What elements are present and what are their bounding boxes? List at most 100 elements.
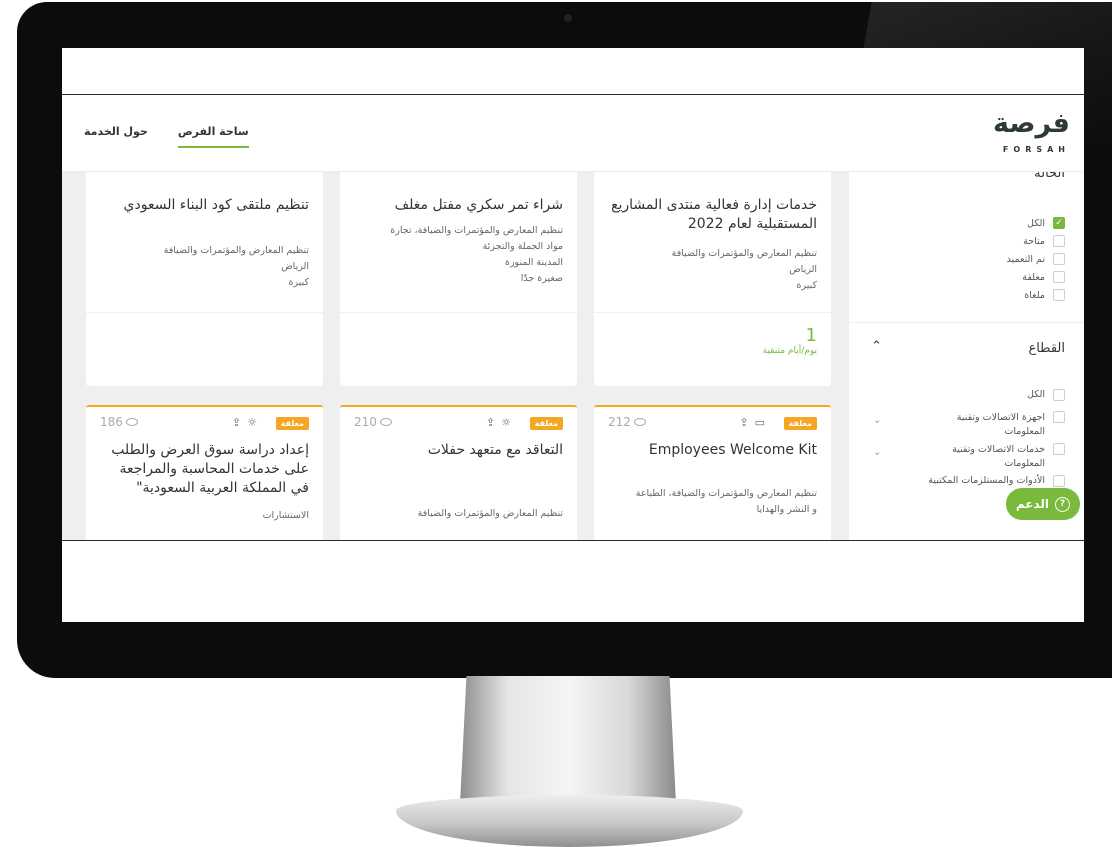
eye-icon <box>633 417 646 426</box>
monitor-stand-neck <box>460 676 676 804</box>
view-count: 210 <box>354 415 392 429</box>
checkbox[interactable] <box>1053 389 1065 401</box>
checkbox[interactable] <box>1053 475 1065 487</box>
checkbox[interactable] <box>1053 235 1065 247</box>
status-option-cancelled[interactable]: ملغاة <box>849 286 1084 304</box>
card-size: صغيرة جدّا <box>520 273 563 284</box>
card-action-icons: ⇪☼ <box>232 416 263 429</box>
card-title: تنظيم ملتقى كود البناء السعودي <box>123 197 309 213</box>
status-filter-header[interactable]: الحالة ⌃ <box>849 172 1084 198</box>
card-title: Employees Welcome Kit <box>648 442 817 458</box>
device-icon: ▭ <box>754 416 771 429</box>
sector-option[interactable]: خدمات الاتصالات وتقنية المعلومات ⌄ <box>849 443 1084 475</box>
status-option-available[interactable]: متاحة <box>849 232 1084 250</box>
card-title: خدمات إدارة فعالية منتدى المشاريع المستق… <box>611 197 817 232</box>
checkbox[interactable] <box>1053 411 1065 423</box>
card-header: معلقة ⇪☼ 186 <box>100 407 309 437</box>
card-sector: تنظيم المعارض والمؤتمرات والضيافة، الطبا… <box>635 488 817 499</box>
sector-filter-title: القطاع <box>1028 341 1065 356</box>
status-option-awarded[interactable]: تم التعميد <box>849 250 1084 268</box>
opportunity-card[interactable]: خدمات إدارة فعالية منتدى المشاريع المستق… <box>594 172 831 386</box>
chevron-down-icon[interactable]: ⌄ <box>873 415 881 426</box>
option-label: الأدوات والمستلزمات المكتبية <box>928 475 1045 486</box>
card-header <box>608 172 817 192</box>
checkbox[interactable] <box>1053 271 1065 283</box>
chevron-up-icon[interactable]: ⌃ <box>871 339 882 354</box>
option-label: اجهزة الاتصالات وتقنية المعلومات <box>956 412 1045 437</box>
card-city: الرياض <box>281 261 309 272</box>
opportunity-card[interactable]: معلقة ⇪▭ 212 Employees Welcome Kit تنظيم… <box>594 405 831 540</box>
status-filter-title: الحالة <box>1034 172 1065 181</box>
sector-option-all[interactable]: الكل <box>849 389 1084 411</box>
card-size: كبيرة <box>796 280 817 291</box>
checkbox-checked[interactable]: ✓ <box>1053 217 1065 229</box>
card-city: المدينة المنورة <box>504 257 563 268</box>
card-header: معلقة ⇪▭ 212 <box>608 407 817 437</box>
forsah-logo[interactable]: فرصة FORSAH <box>993 108 1070 155</box>
camera-dot <box>564 14 572 22</box>
status-badge: معلقة <box>275 417 309 430</box>
chevron-down-icon[interactable]: ⌄ <box>873 447 881 458</box>
support-label: الدعم <box>1015 497 1049 511</box>
lightbulb-icon: ☼ <box>501 416 517 429</box>
opportunity-card[interactable]: تنظيم ملتقى كود البناء السعودي تنظيم الم… <box>86 172 323 386</box>
logo-arabic: فرصة <box>993 108 1070 139</box>
checkbox[interactable] <box>1053 253 1065 265</box>
view-count-number: 186 <box>100 415 123 429</box>
status-badge: معلقة <box>529 417 563 430</box>
option-label: الكل <box>1027 389 1045 400</box>
status-option-pending[interactable]: معلقة <box>849 268 1084 286</box>
share-icon[interactable]: ⇪ <box>739 416 754 429</box>
share-icon[interactable]: ⇪ <box>486 416 501 429</box>
card-footer <box>340 312 577 386</box>
days-remaining-number: 1 <box>805 325 817 346</box>
checkbox[interactable] <box>1053 289 1065 301</box>
card-footer <box>86 312 323 386</box>
card-sector: تنظيم المعارض والمؤتمرات والضيافة <box>671 248 817 259</box>
monitor-stand-base <box>396 795 743 847</box>
status-options: ✓ الكل متاحة تم التعميد معلقة ملغاة <box>849 214 1084 304</box>
card-meta: تنظيم المعارض والمؤتمرات والضيافة الرياض… <box>100 243 309 291</box>
card-title: التعاقد مع متعهد حفلات <box>427 442 563 458</box>
card-action-icons: ⇪▭ <box>739 416 771 429</box>
card-title: إعداد دراسة سوق العرض والطلب على خدمات ا… <box>111 442 309 496</box>
card-action-icons: ⇪☼ <box>486 416 517 429</box>
page-bottom-border <box>62 540 1084 541</box>
monitor-screen: فرصة FORSAH ساحة الفرص حول الخدمة خدمات … <box>62 48 1084 622</box>
eye-icon <box>379 417 392 426</box>
view-count: 212 <box>608 415 646 429</box>
card-sector-2: مواد الجملة والتجزئة <box>482 241 563 252</box>
card-meta: تنظيم المعارض والمؤتمرات والضيافة، الطبا… <box>608 486 817 518</box>
card-meta: تنظيم المعارض والمؤتمرات والضيافة الرياض… <box>608 246 817 294</box>
days-remaining-label: يوم/أيام متبقية <box>762 346 817 356</box>
opportunity-card[interactable]: شراء تمر سكري مفتل مغلف تنظيم المعارض وا… <box>340 172 577 386</box>
status-badge: معلقة <box>783 417 817 430</box>
opportunity-card[interactable]: معلقة ⇪☼ 186 إعداد دراسة سوق العرض والطل… <box>86 405 323 540</box>
view-count-number: 212 <box>608 415 631 429</box>
chevron-up-icon[interactable]: ⌃ <box>871 172 882 177</box>
card-footer: 1 يوم/أيام متبقية <box>594 312 831 386</box>
option-label: متاحة <box>1023 235 1045 247</box>
option-label: تم التعميد <box>1006 253 1045 265</box>
share-icon[interactable]: ⇪ <box>232 416 247 429</box>
checkbox[interactable] <box>1053 443 1065 455</box>
eye-icon <box>125 417 138 426</box>
main-nav: ساحة الفرص حول الخدمة <box>84 125 249 148</box>
option-label: الكل <box>1027 217 1045 229</box>
browser-top-area <box>62 48 1084 95</box>
card-sector-2: و النشر والهدايا <box>756 504 817 515</box>
nav-about-service[interactable]: حول الخدمة <box>84 125 148 148</box>
support-button[interactable]: ? الدعم <box>1005 488 1080 520</box>
nav-opportunities[interactable]: ساحة الفرص <box>177 125 249 148</box>
sector-option[interactable]: اجهزة الاتصالات وتقنية المعلومات ⌄ <box>849 411 1084 443</box>
sector-filter-header[interactable]: القطاع ⌃ <box>849 323 1084 375</box>
card-title: شراء تمر سكري مفتل مغلف <box>394 197 563 213</box>
card-meta: الاستشارات <box>100 508 309 524</box>
filter-sidebar: الحالة ⌃ ✓ الكل متاحة تم التعميد معلقة مل… <box>848 172 1084 540</box>
opportunity-card[interactable]: معلقة ⇪☼ 210 التعاقد مع متعهد حفلات تنظي… <box>340 405 577 540</box>
card-header <box>354 172 563 192</box>
sector-options: الكل اجهزة الاتصالات وتقنية المعلومات ⌄ خ… <box>849 389 1084 497</box>
option-label: ملغاة <box>1024 289 1045 301</box>
status-option-all[interactable]: ✓ الكل <box>849 214 1084 232</box>
help-icon: ? <box>1055 496 1070 512</box>
